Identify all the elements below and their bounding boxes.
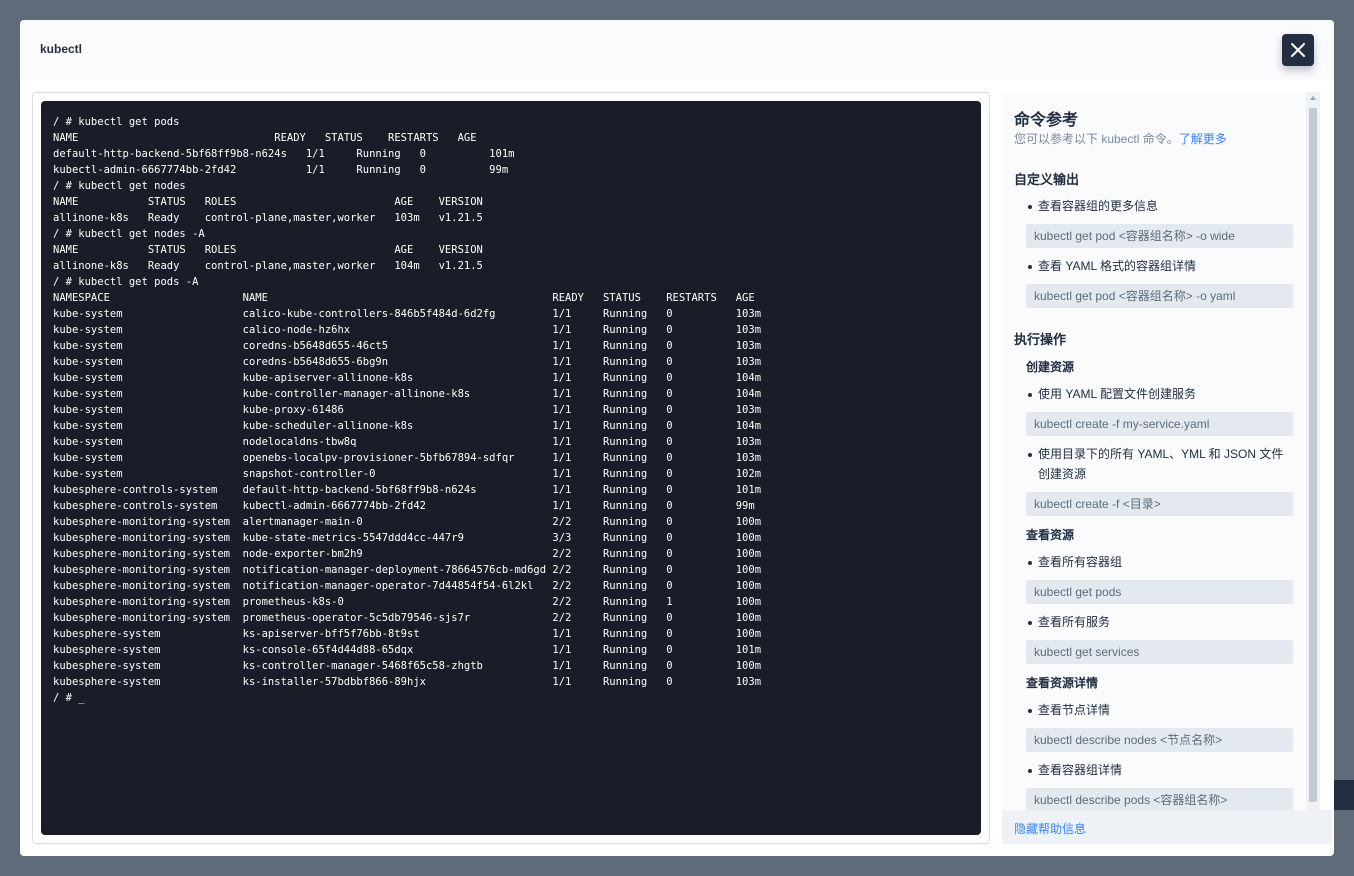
- terminal-line: kubesphere-controls-system kubectl-admin…: [53, 500, 755, 512]
- scrollbar[interactable]: [1306, 92, 1320, 810]
- scroll-thumb[interactable]: [1309, 108, 1317, 802]
- modal-header: kubectl: [20, 20, 1334, 80]
- terminal-line: kubesphere-monitoring-system prometheus-…: [53, 596, 762, 608]
- section-operations: 执行操作: [1014, 332, 1067, 347]
- terminal-line: kube-system calico-kube-controllers-846b…: [53, 308, 762, 320]
- list-item: 查看容器组的更多信息: [1026, 196, 1286, 216]
- list-item: 查看节点详情: [1026, 700, 1286, 720]
- terminal-line: kubesphere-monitoring-system kube-state-…: [53, 532, 762, 544]
- terminal-line: kubesphere-monitoring-system alertmanage…: [53, 516, 762, 528]
- terminal-line: kube-system coredns-b5648d655-46ct5 1/1 …: [53, 340, 762, 352]
- terminal-line: kubesphere-system ks-installer-57bdbbf86…: [53, 676, 762, 688]
- help-scroll-area: 命令参考 您可以参考以下 kubectl 命令。了解更多 自定义输出 查看容器组…: [1002, 92, 1302, 810]
- subsection-detail: 查看资源详情: [1026, 676, 1099, 690]
- terminal-line: / # kubectl get nodes -A: [53, 228, 205, 240]
- kubectl-modal: kubectl / # kubectl get pods NAME READY S…: [20, 20, 1334, 856]
- help-panel: 命令参考 您可以参考以下 kubectl 命令。了解更多 自定义输出 查看容器组…: [1002, 92, 1332, 844]
- terminal-line: NAME STATUS ROLES AGE VERSION: [53, 196, 483, 208]
- hide-help-link[interactable]: 隐藏帮助信息: [1014, 820, 1086, 837]
- scroll-up-icon[interactable]: [1310, 96, 1316, 100]
- terminal-line: allinone-k8s Ready control-plane,master,…: [53, 212, 483, 224]
- terminal-line: kubesphere-system ks-controller-manager-…: [53, 660, 762, 672]
- terminal-line: kube-system kube-apiserver-allinone-k8s …: [53, 372, 762, 384]
- close-icon: [1291, 43, 1305, 57]
- terminal-line: kube-system kube-controller-manager-alli…: [53, 388, 762, 400]
- modal-title: kubectl: [40, 42, 83, 56]
- terminal-line: kubectl-admin-6667774bb-2fd42 1/1 Runnin…: [53, 164, 509, 176]
- command-snippet[interactable]: kubectl create -f <目录>: [1026, 492, 1293, 516]
- terminal-line: NAME STATUS ROLES AGE VERSION: [53, 244, 483, 256]
- command-snippet[interactable]: kubectl get pod <容器组名称> -o wide: [1026, 224, 1293, 248]
- help-footer: 隐藏帮助信息: [1002, 810, 1332, 844]
- help-title: 命令参考: [1014, 112, 1079, 129]
- terminal[interactable]: / # kubectl get pods NAME READY STATUS RE…: [41, 101, 981, 835]
- subsection-create: 创建资源: [1026, 360, 1075, 374]
- subsection-view: 查看资源: [1026, 528, 1075, 542]
- command-snippet[interactable]: kubectl describe pods <容器组名称>: [1026, 788, 1293, 810]
- terminal-line: kube-system nodelocaldns-tbw8q 1/1 Runni…: [53, 436, 762, 448]
- list-item: 查看所有服务: [1026, 612, 1286, 632]
- command-snippet[interactable]: kubectl get pod <容器组名称> -o yaml: [1026, 284, 1293, 308]
- learn-more-link[interactable]: 了解更多: [1179, 132, 1227, 146]
- terminal-line: kubesphere-monitoring-system notificatio…: [53, 564, 762, 576]
- command-snippet[interactable]: kubectl create -f my-service.yaml: [1026, 412, 1293, 436]
- terminal-line: kube-system snapshot-controller-0 1/1 Ru…: [53, 468, 762, 480]
- terminal-line: kube-system openebs-localpv-provisioner-…: [53, 452, 762, 464]
- terminal-line: kubesphere-controls-system default-http-…: [53, 484, 762, 496]
- terminal-line: NAME READY STATUS RESTARTS AGE: [53, 132, 477, 144]
- terminal-line: / # _: [53, 692, 85, 704]
- section-custom-output: 自定义输出: [1014, 172, 1080, 187]
- terminal-line: kubesphere-system ks-apiserver-bff5f76bb…: [53, 628, 762, 640]
- command-snippet[interactable]: kubectl get services: [1026, 640, 1293, 664]
- terminal-line: / # kubectl get nodes: [53, 180, 186, 192]
- terminal-line: allinone-k8s Ready control-plane,master,…: [53, 260, 483, 272]
- terminal-line: / # kubectl get pods -A: [53, 276, 199, 288]
- terminal-line: default-http-backend-5bf68ff9b8-n624s 1/…: [53, 148, 515, 160]
- terminal-line: kubesphere-monitoring-system node-export…: [53, 548, 762, 560]
- list-item: 查看 YAML 格式的容器组详情: [1026, 256, 1286, 276]
- list-item: 使用目录下的所有 YAML、YML 和 JSON 文件创建资源: [1026, 444, 1286, 484]
- command-snippet[interactable]: kubectl describe nodes <节点名称>: [1026, 728, 1293, 752]
- help-desc: 您可以参考以下 kubectl 命令。了解更多: [1014, 130, 1227, 147]
- command-snippet[interactable]: kubectl get pods: [1026, 580, 1293, 604]
- terminal-line: / # kubectl get pods: [53, 116, 180, 128]
- terminal-line: kube-system kube-proxy-61486 1/1 Running…: [53, 404, 762, 416]
- terminal-line: kube-system calico-node-hz6hx 1/1 Runnin…: [53, 324, 762, 336]
- edge-tab[interactable]: [1334, 780, 1354, 810]
- list-item: 查看容器组详情: [1026, 760, 1286, 780]
- list-item: 查看所有容器组: [1026, 552, 1286, 572]
- terminal-output: / # kubectl get pods NAME READY STATUS RE…: [53, 114, 761, 706]
- terminal-line: NAMESPACE NAME READY STATUS RESTARTS AGE: [53, 292, 755, 304]
- terminal-line: kube-system kube-scheduler-allinone-k8s …: [53, 420, 762, 432]
- terminal-line: kubesphere-system ks-console-65f4d44d88-…: [53, 644, 762, 656]
- terminal-panel: / # kubectl get pods NAME READY STATUS RE…: [32, 92, 990, 844]
- terminal-line: kubesphere-monitoring-system notificatio…: [53, 580, 762, 592]
- terminal-line: kube-system coredns-b5648d655-6bg9n 1/1 …: [53, 356, 762, 368]
- help-desc-text: 您可以参考以下 kubectl 命令。: [1014, 132, 1179, 146]
- list-item: 使用 YAML 配置文件创建服务: [1026, 384, 1286, 404]
- close-button[interactable]: [1282, 34, 1314, 66]
- terminal-line: kubesphere-monitoring-system prometheus-…: [53, 612, 762, 624]
